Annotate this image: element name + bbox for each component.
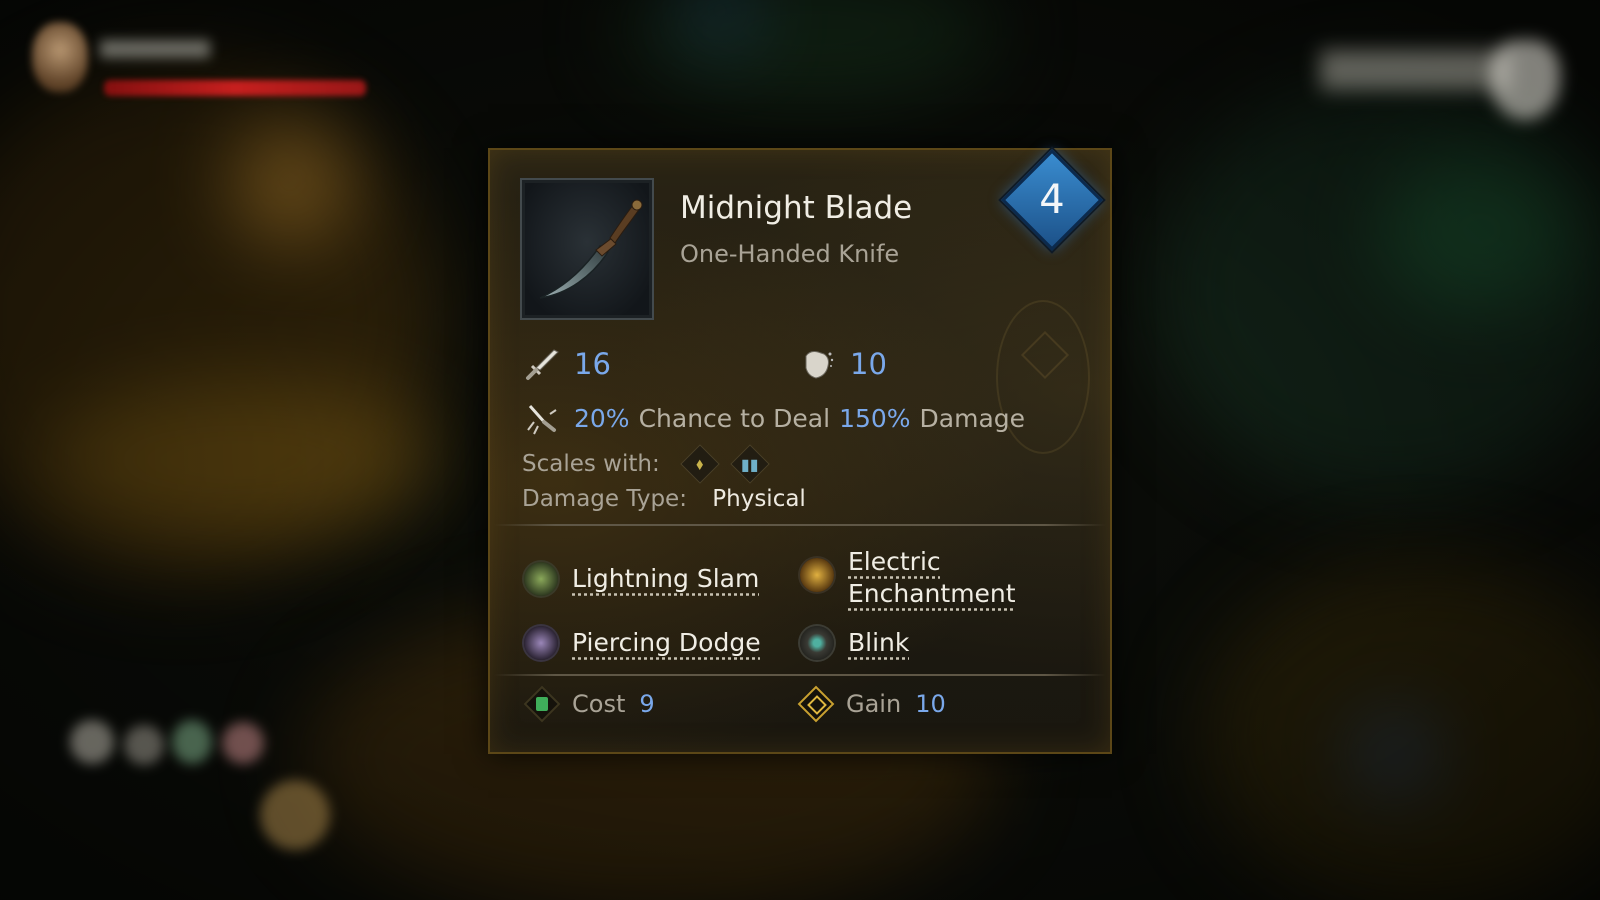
hotbar-slot (172, 720, 212, 764)
player-name-blurred (100, 40, 210, 58)
crit-effect: 20% Chance to Deal 150% Damage (524, 400, 1025, 436)
agility-rune-icon[interactable]: ⬧ (679, 444, 720, 484)
faction-emblem-icon (1490, 40, 1560, 120)
crit-multiplier: 150% (839, 403, 911, 433)
attack-stat: 16 (524, 346, 611, 382)
skill-label[interactable]: Blink (848, 627, 909, 659)
stamina-stat: 10 (800, 346, 887, 382)
item-level: 4 (1039, 177, 1065, 223)
skill-lightning-slam[interactable]: Lightning Slam (524, 562, 759, 596)
skill-electric-enchantment[interactable]: Electric Enchantment (800, 546, 1018, 610)
divider (494, 674, 1106, 676)
hotbar-slot (124, 725, 164, 765)
gain-value: 10 (915, 690, 946, 718)
damage-type-label: Damage Type: (522, 486, 687, 512)
attack-value: 16 (574, 347, 611, 381)
damage-type-value: Physical (712, 486, 806, 512)
item-type: One-Handed Knife (680, 240, 900, 268)
cost-icon (523, 685, 561, 723)
crit-chance: 20% (574, 403, 630, 433)
cost-value: 9 (639, 690, 655, 718)
cost-label: Cost (572, 690, 626, 718)
hotbar-slot (222, 722, 264, 764)
item-name: Midnight Blade (680, 190, 913, 226)
crit-text-2: Damage (919, 403, 1026, 433)
scales-with-label: Scales with: (522, 451, 660, 477)
scales-with-row: Scales with: ⬧ ▮▮ (522, 444, 770, 484)
gain-label: Gain (846, 690, 902, 718)
crit-text-1: Chance to Deal (638, 403, 831, 433)
item-image-frame (520, 178, 654, 320)
quest-tracker-blurred (1320, 50, 1510, 90)
electric-enchantment-icon (800, 558, 834, 592)
cost-row: Cost 9 (523, 685, 655, 723)
skill-piercing-dodge[interactable]: Piercing Dodge (524, 626, 761, 660)
stamina-value: 10 (850, 347, 887, 381)
item-tooltip: Midnight Blade One-Handed Knife 4 16 10 … (488, 148, 1112, 754)
gain-row: Gain 10 (797, 685, 946, 723)
divider (494, 524, 1106, 526)
player-portrait (32, 22, 88, 92)
fist-icon (805, 351, 834, 379)
sword-icon (526, 349, 559, 380)
critical-strike-icon (527, 405, 557, 435)
damage-type-row: Damage Type: Physical (522, 486, 806, 512)
skill-label[interactable]: Electric Enchantment (848, 546, 1018, 610)
skill-blink[interactable]: Blink (800, 626, 909, 660)
weapon-slot (260, 780, 330, 850)
spellbook-icon[interactable]: ▮▮ (729, 444, 770, 484)
gain-icon (797, 685, 835, 723)
skill-label[interactable]: Lightning Slam (572, 563, 759, 595)
piercing-dodge-icon (524, 626, 558, 660)
item-level-badge: 4 (1001, 149, 1103, 251)
skill-label[interactable]: Piercing Dodge (572, 627, 761, 659)
lightning-slam-icon (524, 562, 558, 596)
blink-icon (800, 626, 834, 660)
hotbar-slot (70, 720, 114, 764)
health-bar (104, 80, 366, 96)
knife-icon (539, 199, 643, 299)
